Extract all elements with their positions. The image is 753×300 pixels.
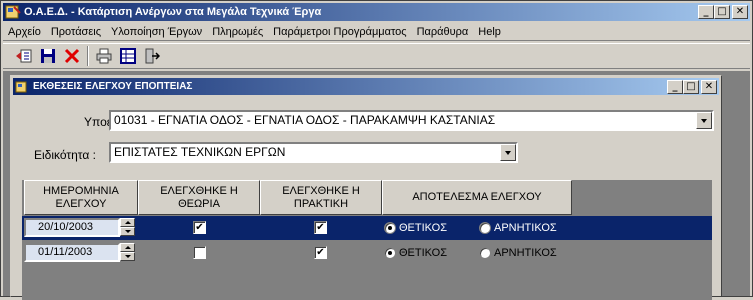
date-spinner[interactable] (120, 243, 135, 262)
result-positive-label: ΘΕΤΙΚΟΣ (399, 247, 448, 259)
inspection-reports-window: ΕΚΘΕΣΕΙΣ ΕΛΕΓΧΟΥ ΕΠΟΠΤΕΙΑΣ _ □ ✕ Υποέργο… (10, 75, 722, 300)
window-title: Ο.Α.Ε.Δ. - Κατάρτιση Ανέργων στα Μεγάλα … (24, 6, 322, 18)
toolbar-separator (87, 46, 89, 66)
spin-down-icon[interactable] (120, 252, 135, 261)
subproject-dropdown-button[interactable] (696, 112, 712, 129)
practice-checkbox[interactable]: ✔ (314, 246, 327, 259)
result-negative-label: ΑΡΝΗΤΙΚΟΣ (494, 222, 557, 234)
result-positive-label: ΘΕΤΙΚΟΣ (399, 222, 448, 234)
radio-selected-icon (384, 222, 396, 234)
date-stepper[interactable]: 01/11/2003 (24, 243, 136, 263)
specialty-label: Ειδικότητα : (34, 148, 96, 162)
header-theory: ΕΛΕΓΧΘΗΚΕ Η ΘΕΩΡΙΑ (138, 180, 260, 215)
menu-help[interactable]: Help (473, 26, 506, 38)
child-minimize-button[interactable]: _ (667, 79, 683, 94)
spin-up-icon[interactable] (120, 218, 135, 227)
delete-icon[interactable] (61, 45, 83, 67)
specialty-dropdown-button[interactable] (500, 144, 516, 161)
menu-program-parameters[interactable]: Παράμετροι Προγράμματος (268, 26, 411, 38)
child-maximize-button[interactable]: □ (683, 79, 699, 94)
specialty-value: ΕΠΙΣΤΑΤΕΣ ΤΕΧΝΙΚΩΝ ΕΡΓΩΝ (114, 145, 286, 159)
menu-proposals[interactable]: Προτάσεις (46, 26, 106, 38)
app-icon (5, 5, 21, 19)
header-date: ΗΜΕΡΟΜΗΝΙΑ ΕΛΕΓΧΟΥ (24, 180, 138, 215)
child-close-button[interactable]: ✕ (701, 79, 717, 94)
grid-view-icon[interactable] (117, 45, 139, 67)
result-positive-radio[interactable]: ΘΕΤΙΚΟΣ (384, 247, 447, 259)
exit-icon[interactable] (141, 45, 163, 67)
practice-checkbox[interactable]: ✔ (314, 221, 327, 234)
spin-down-icon[interactable] (120, 227, 135, 236)
chevron-down-icon (505, 150, 511, 155)
menu-bar: Αρχείο Προτάσεις Υλοποίηση Έργων Πληρωμέ… (3, 23, 750, 41)
subproject-value: 01031 - ΕΓΝΑΤΙΑ ΟΔΟΣ - ΕΓΝΑΤΙΑ ΟΔΟΣ - ΠΑ… (114, 113, 496, 127)
header-result: ΑΠΟΤΕΛΕΣΜΑ ΕΛΕΓΧΟΥ (382, 180, 572, 215)
spin-up-icon[interactable] (120, 243, 135, 252)
table-row[interactable]: 20/10/2003 ✔ ✔ ΘΕΤΙΚΟΣ ΑΡΝΗΤΙΚΟΣ (22, 216, 712, 240)
minimize-button[interactable]: _ (698, 5, 714, 19)
result-positive-radio[interactable]: ΘΕΤΙΚΟΣ (384, 222, 447, 234)
menu-payments[interactable]: Πληρωμές (207, 26, 268, 38)
table-row[interactable]: 01/11/2003 ✔ ΘΕΤΙΚΟΣ ΑΡΝΗΤΙΚΟΣ (22, 241, 712, 265)
result-negative-radio[interactable]: ΑΡΝΗΤΙΚΟΣ (479, 247, 557, 259)
mdi-workspace: ΕΚΘΕΣΕΙΣ ΕΛΕΓΧΟΥ ΕΠΟΠΤΕΙΑΣ _ □ ✕ Υποέργο… (3, 71, 750, 300)
child-window-title: ΕΚΘΕΣΕΙΣ ΕΛΕΓΧΟΥ ΕΠΟΠΤΕΙΑΣ (33, 81, 193, 92)
date-stepper[interactable]: 20/10/2003 (24, 218, 136, 238)
header-practice: ΕΛΕΓΧΘΗΚΕ Η ΠΡΑΚΤΙΚΗ (260, 180, 382, 215)
subproject-combo[interactable]: 01031 - ΕΓΝΑΤΙΑ ΟΔΟΣ - ΕΓΝΑΤΙΑ ΟΔΟΣ - ΠΑ… (109, 110, 714, 131)
new-record-icon[interactable] (13, 45, 35, 67)
main-window: Ο.Α.Ε.Δ. - Κατάρτιση Ανέργων στα Μεγάλα … (0, 0, 753, 300)
radio-selected-icon (384, 247, 396, 259)
menu-file[interactable]: Αρχείο (3, 26, 46, 38)
maximize-button[interactable]: □ (714, 5, 730, 19)
date-input[interactable]: 01/11/2003 (24, 243, 120, 262)
radio-unselected-icon (479, 247, 491, 259)
theory-checkbox[interactable] (193, 246, 206, 259)
child-title-bar[interactable]: ΕΚΘΕΣΕΙΣ ΕΛΕΓΧΟΥ ΕΠΟΠΤΕΙΑΣ _ □ ✕ (13, 78, 719, 95)
theory-checkbox[interactable]: ✔ (193, 221, 206, 234)
menu-windows[interactable]: Παράθυρα (412, 26, 474, 38)
child-window-icon (15, 81, 29, 93)
chevron-down-icon (701, 118, 707, 123)
print-icon[interactable] (93, 45, 115, 67)
result-negative-label: ΑΡΝΗΤΙΚΟΣ (494, 247, 557, 259)
save-icon[interactable] (37, 45, 59, 67)
menu-project-implementation[interactable]: Υλοποίηση Έργων (106, 26, 207, 38)
toolbar (3, 43, 750, 69)
result-negative-radio[interactable]: ΑΡΝΗΤΙΚΟΣ (479, 222, 557, 234)
radio-unselected-icon (479, 222, 491, 234)
date-input[interactable]: 20/10/2003 (24, 218, 120, 237)
date-spinner[interactable] (120, 218, 135, 237)
main-title-bar[interactable]: Ο.Α.Ε.Δ. - Κατάρτιση Ανέργων στα Μεγάλα … (3, 3, 750, 21)
close-button[interactable]: ✕ (732, 5, 748, 19)
inspection-grid: ΗΜΕΡΟΜΗΝΙΑ ΕΛΕΓΧΟΥ ΕΛΕΓΧΘΗΚΕ Η ΘΕΩΡΙΑ ΕΛ… (22, 180, 712, 300)
specialty-combo[interactable]: ΕΠΙΣΤΑΤΕΣ ΤΕΧΝΙΚΩΝ ΕΡΓΩΝ (109, 142, 518, 163)
